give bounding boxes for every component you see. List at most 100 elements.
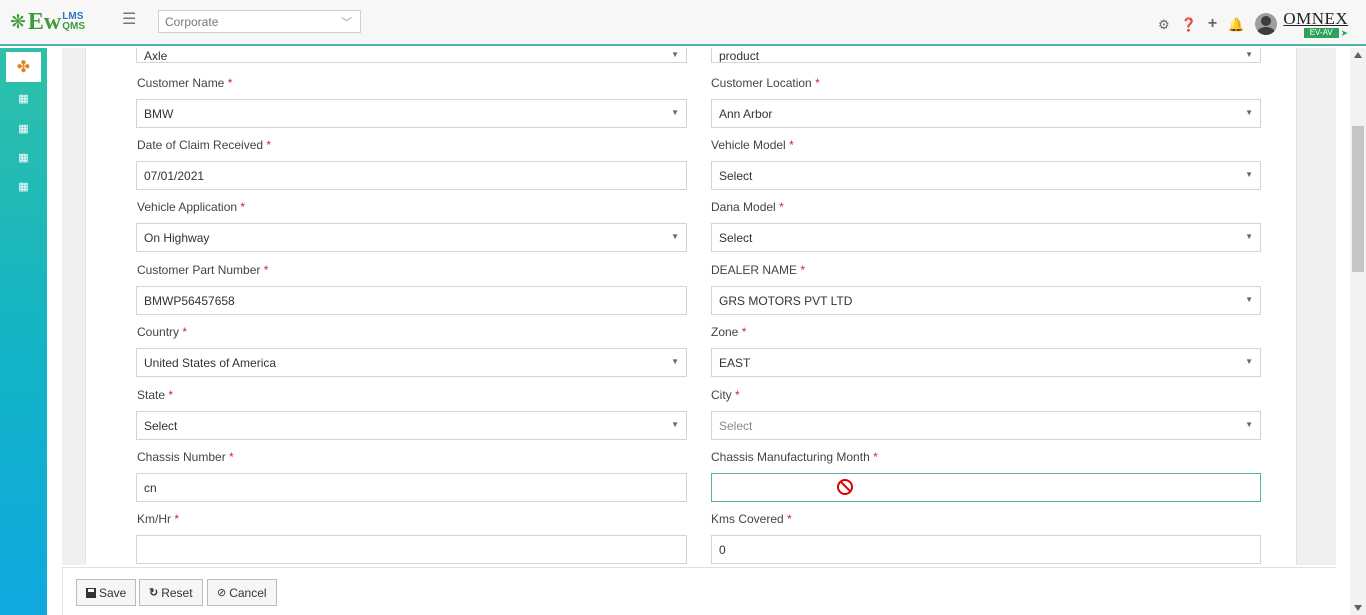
field-value: cn: [144, 481, 157, 495]
field-value: 07/01/2021: [144, 169, 205, 183]
organization-select[interactable]: Corporate ﹀: [158, 10, 361, 33]
country-label: Country *: [137, 325, 188, 339]
country-select[interactable]: United States of America ▼: [136, 348, 687, 377]
sidebar: ✤ ▦ ▦ ▦ ▦: [0, 48, 47, 615]
vehicle-application-label: Vehicle Application *: [137, 200, 246, 214]
customer-name-select[interactable]: BMW ▼: [136, 99, 687, 128]
field-value: Select: [719, 231, 753, 245]
caret-down-icon: ▼: [671, 108, 679, 117]
save-button-label: Save: [99, 585, 127, 600]
date-of-claim-input[interactable]: 07/01/2021: [136, 161, 687, 190]
zone-select[interactable]: EAST ▼: [711, 348, 1261, 377]
km-hr-label: Km/Hr *: [137, 512, 180, 526]
field-value: Ann Arbor: [719, 107, 773, 121]
brand-name: OMNEX: [1283, 9, 1349, 28]
grid-icon[interactable]: ✤: [6, 52, 41, 82]
field-value: United States of America: [144, 356, 277, 370]
field-value: Select: [719, 169, 753, 183]
kms-covered-label: Kms Covered *: [711, 512, 792, 526]
save-button[interactable]: Save: [76, 579, 137, 606]
caret-down-icon: ▼: [1245, 295, 1253, 304]
building-icon[interactable]: ▦: [17, 121, 30, 135]
caret-down-icon: ▼: [671, 50, 679, 59]
field-value: Axle: [144, 49, 168, 63]
bell-icon[interactable]: 🔔: [1228, 18, 1244, 31]
city-label: City *: [711, 388, 740, 402]
state-label: State *: [137, 388, 174, 402]
field-value: On Highway: [144, 231, 210, 245]
building-icon[interactable]: ▦: [17, 150, 30, 164]
vehicle-application-select[interactable]: On Highway ▼: [136, 223, 687, 252]
logo-ew-text: Ew: [27, 9, 62, 35]
chassis-mfg-month-input[interactable]: [711, 473, 1261, 502]
scroll-thumb[interactable]: [1352, 126, 1364, 272]
caret-down-icon: ▼: [671, 420, 679, 429]
flower-icon: ❋: [10, 11, 26, 33]
zone-label: Zone *: [711, 325, 747, 339]
header-actions: ⚙ ❓ + 🔔 OMNEX EV-AV ➤: [1158, 10, 1348, 38]
field-value: GRS MOTORS PVT LTD: [719, 294, 853, 308]
customer-part-number-input[interactable]: BMWP56457658: [136, 286, 687, 315]
caret-down-icon: ▼: [1245, 420, 1253, 429]
dana-model-select[interactable]: Select ▼: [711, 223, 1261, 252]
brand-tag: EV-AV: [1303, 28, 1339, 38]
vehicle-model-select[interactable]: Select ▼: [711, 161, 1261, 190]
caret-down-icon: ▼: [1245, 232, 1253, 241]
organization-select-value: Corporate: [165, 15, 219, 29]
kms-covered-input[interactable]: 0: [711, 535, 1261, 564]
caret-down-icon: ▼: [1245, 50, 1253, 59]
form-footer: Save ↻ Reset ⊘ Cancel: [62, 567, 1336, 615]
reset-button[interactable]: ↻ Reset: [139, 579, 203, 606]
city-select[interactable]: Select ▼: [711, 411, 1261, 440]
caret-down-icon: ▼: [1245, 170, 1253, 179]
scroll-up-arrow-icon[interactable]: [1354, 52, 1362, 58]
no-symbol-icon: [837, 479, 853, 495]
dana-model-label: Dana Model *: [711, 200, 784, 214]
vehicle-model-label: Vehicle Model *: [711, 138, 794, 152]
cancel-button-label: Cancel: [229, 585, 267, 600]
field-value: EAST: [719, 356, 751, 370]
app-logo[interactable]: ❋ Ew LMS QMS: [10, 8, 85, 36]
field-value: product: [719, 49, 760, 63]
plus-icon[interactable]: +: [1208, 16, 1217, 32]
field-value: 0: [719, 543, 726, 557]
field-value: BMWP56457658: [144, 294, 235, 308]
brand-arrow-icon: ➤: [1340, 27, 1349, 38]
field-value: Select: [144, 419, 178, 433]
caret-down-icon: ▼: [1245, 108, 1253, 117]
avatar-icon[interactable]: [1255, 13, 1278, 35]
customer-part-number-label: Customer Part Number *: [137, 263, 269, 277]
km-hr-input[interactable]: [136, 535, 687, 564]
reset-button-label: Reset: [161, 585, 193, 600]
brand-logo: OMNEX EV-AV ➤: [1283, 10, 1348, 38]
top-header: ❋ Ew LMS QMS ☰ Corporate ﹀ ⚙ ❓ + 🔔 OMNEX…: [0, 0, 1366, 46]
product-line-select[interactable]: Axle ▼: [136, 48, 687, 63]
chassis-number-input[interactable]: cn: [136, 473, 687, 502]
refresh-icon: ↻: [149, 587, 159, 599]
building-icon[interactable]: ▦: [17, 91, 30, 105]
category-select[interactable]: product ▼: [711, 48, 1261, 63]
chassis-number-label: Chassis Number *: [137, 450, 234, 464]
customer-location-select[interactable]: Ann Arbor ▼: [711, 99, 1261, 128]
field-value: BMW: [144, 107, 174, 121]
dealer-name-label: DEALER NAME *: [711, 263, 806, 277]
vertical-scrollbar[interactable]: [1350, 48, 1366, 615]
cancel-button[interactable]: ⊘ Cancel: [207, 579, 277, 606]
caret-down-icon: ▼: [671, 232, 679, 241]
help-icon[interactable]: ❓: [1181, 18, 1197, 31]
chassis-mfg-month-label: Chassis Manufacturing Month *: [711, 450, 878, 464]
scroll-down-arrow-icon[interactable]: [1354, 605, 1362, 611]
hamburger-icon[interactable]: ☰: [122, 9, 136, 29]
dealer-name-select[interactable]: GRS MOTORS PVT LTD ▼: [711, 286, 1261, 315]
cancel-icon: ⊘: [217, 587, 227, 599]
building-icon[interactable]: ▦: [17, 179, 30, 193]
gear-icon[interactable]: ⚙: [1158, 18, 1170, 31]
brand-sub: EV-AV ➤: [1303, 27, 1349, 38]
state-select[interactable]: Select ▼: [136, 411, 687, 440]
logo-qms-text: QMS: [62, 21, 86, 32]
floppy-disk-icon: [86, 587, 96, 598]
chevron-down-icon: ﹀: [341, 17, 352, 29]
caret-down-icon: ▼: [671, 357, 679, 366]
customer-name-label: Customer Name *: [137, 76, 233, 90]
caret-down-icon: ▼: [1245, 357, 1253, 366]
